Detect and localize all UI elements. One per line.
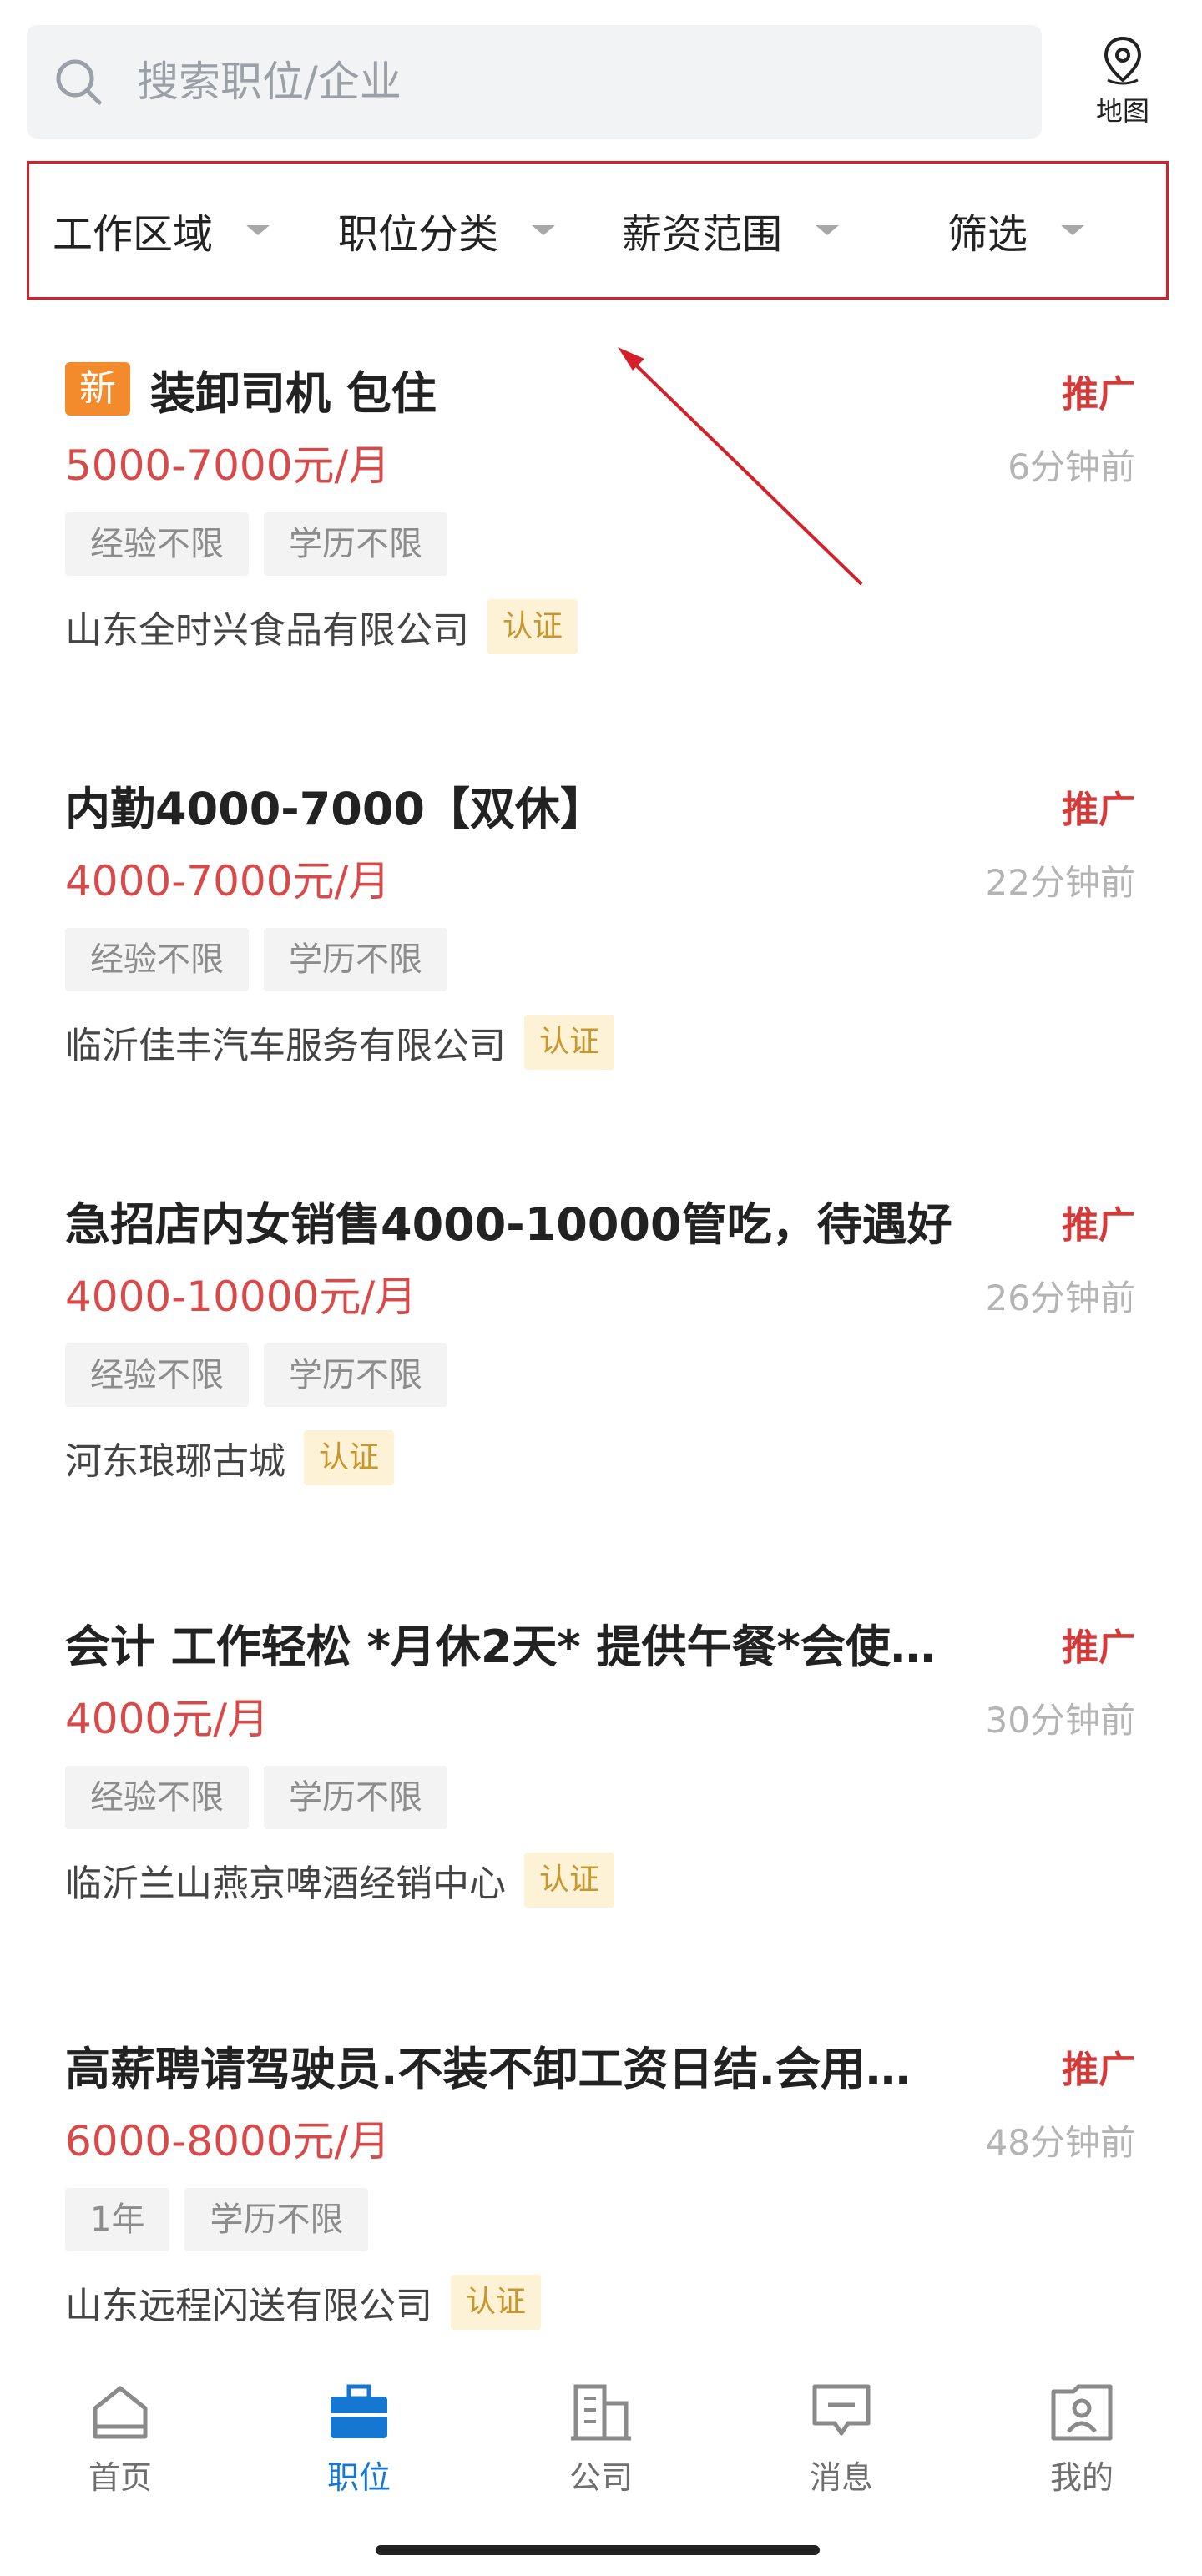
company-name: 临沂兰山燕京啤酒经销中心 bbox=[65, 1863, 506, 1905]
promo-label: 推广 bbox=[1062, 2049, 1135, 2091]
filter-more[interactable]: 筛选 bbox=[947, 164, 1085, 297]
company-row: 山东远程闪送有限公司 认证 bbox=[65, 2275, 542, 2330]
tag: 经验不限 bbox=[65, 512, 249, 576]
map-button[interactable]: 地图 bbox=[1077, 33, 1169, 134]
home-indicator bbox=[376, 2545, 820, 2555]
filter-label: 职位分类 bbox=[338, 211, 499, 258]
promo-label: 推广 bbox=[1062, 1626, 1135, 1669]
job-title: 急招店内女销售4000-10000管吃，待遇好 bbox=[65, 1197, 952, 1251]
home-icon bbox=[93, 2386, 148, 2439]
search-icon bbox=[56, 59, 102, 105]
tab-label: 公司 bbox=[568, 2459, 633, 2496]
post-time: 22分钟前 bbox=[985, 862, 1135, 903]
caret-down-icon bbox=[816, 225, 840, 235]
briefcase-icon bbox=[331, 2384, 387, 2438]
filter-salary-range[interactable]: 薪资范围 bbox=[622, 164, 840, 297]
tag: 学历不限 bbox=[264, 512, 447, 576]
company-name: 山东全时兴食品有限公司 bbox=[65, 609, 469, 652]
job-card[interactable]: 新 装卸司机 包住 推广 5000-7000元/月 6分钟前 经验不限 学历不限… bbox=[0, 355, 1202, 706]
tag-list: 1年 学历不限 bbox=[65, 2188, 383, 2251]
bottom-tab-bar: 首页 职位 公司 消息 我的 bbox=[0, 2362, 1202, 2528]
caret-down-icon bbox=[246, 225, 270, 235]
salary: 5000-7000元/月 bbox=[65, 441, 391, 490]
tab-jobs[interactable]: 职位 bbox=[284, 2378, 434, 2498]
promo-label: 推广 bbox=[1062, 789, 1135, 831]
job-card[interactable]: 急招店内女销售4000-10000管吃，待遇好 推广 4000-10000元/月… bbox=[0, 1187, 1202, 1537]
message-icon bbox=[812, 2384, 871, 2436]
promo-label: 推广 bbox=[1062, 373, 1135, 416]
tab-messages[interactable]: 消息 bbox=[766, 2378, 917, 2498]
tab-label: 职位 bbox=[326, 2459, 391, 2496]
filter-work-area[interactable]: 工作区域 bbox=[53, 164, 270, 297]
job-title: 内勤4000-7000【双休】 bbox=[65, 782, 605, 835]
company-name: 临沂佳丰汽车服务有限公司 bbox=[65, 1025, 506, 1067]
tag-list: 经验不限 学历不限 bbox=[65, 512, 462, 576]
company-name: 河东琅琊古城 bbox=[65, 1440, 285, 1483]
job-title-row: 内勤4000-7000【双休】 bbox=[65, 771, 605, 838]
tab-home[interactable]: 首页 bbox=[45, 2378, 195, 2498]
search-bar[interactable]: 搜索职位/企业 bbox=[27, 25, 1042, 139]
tab-company[interactable]: 公司 bbox=[526, 2378, 676, 2498]
company-row: 临沂兰山燕京啤酒经销中心 认证 bbox=[65, 1853, 615, 1908]
tag: 1年 bbox=[65, 2188, 170, 2251]
tab-label: 首页 bbox=[88, 2459, 152, 2496]
salary: 4000-7000元/月 bbox=[65, 857, 391, 905]
tag: 经验不限 bbox=[65, 1343, 249, 1407]
building-icon bbox=[571, 2384, 631, 2441]
caret-down-icon bbox=[1061, 225, 1085, 235]
job-title-row: 新 装卸司机 包住 bbox=[65, 355, 437, 422]
tag: 学历不限 bbox=[184, 2188, 369, 2251]
filter-label: 筛选 bbox=[947, 211, 1028, 258]
search-input[interactable]: 搜索职位/企业 bbox=[137, 25, 402, 139]
job-card[interactable]: 高薪聘请驾驶员.不装不卸工资日结.会用… 推广 6000-8000元/月 48分… bbox=[0, 2031, 1202, 2382]
filter-label: 工作区域 bbox=[53, 211, 214, 258]
job-card[interactable]: 内勤4000-7000【双休】 推广 4000-7000元/月 22分钟前 经验… bbox=[0, 771, 1202, 1122]
job-title-row: 会计 工作轻松 *月休2天* 提供午餐*会使… bbox=[65, 1609, 936, 1676]
map-pin-icon bbox=[1104, 36, 1142, 85]
filter-label: 薪资范围 bbox=[622, 211, 783, 258]
job-title: 装卸司机 包住 bbox=[150, 366, 437, 420]
caret-down-icon bbox=[532, 225, 556, 235]
post-time: 48分钟前 bbox=[985, 2122, 1135, 2163]
salary: 4000元/月 bbox=[65, 1695, 270, 1743]
new-badge: 新 bbox=[65, 362, 130, 416]
company-row: 山东全时兴食品有限公司 认证 bbox=[65, 599, 578, 654]
tab-label: 我的 bbox=[1049, 2459, 1114, 2496]
filter-job-category[interactable]: 职位分类 bbox=[338, 164, 556, 297]
tag: 学历不限 bbox=[264, 1766, 447, 1829]
company-name: 山东远程闪送有限公司 bbox=[65, 2285, 432, 2327]
company-row: 河东琅琊古城 认证 bbox=[65, 1430, 395, 1485]
verified-badge: 认证 bbox=[524, 1015, 615, 1070]
promo-label: 推广 bbox=[1062, 1204, 1135, 1247]
salary: 4000-10000元/月 bbox=[65, 1273, 417, 1321]
verified-badge: 认证 bbox=[524, 1853, 615, 1908]
verified-badge: 认证 bbox=[451, 2275, 542, 2330]
job-title-row: 高薪聘请驾驶员.不装不卸工资日结.会用… bbox=[65, 2031, 911, 2098]
map-label: 地图 bbox=[1095, 95, 1149, 127]
tag: 经验不限 bbox=[65, 928, 249, 991]
tag-list: 经验不限 学历不限 bbox=[65, 1343, 462, 1407]
tag: 学历不限 bbox=[264, 1343, 447, 1407]
filter-bar: 工作区域 职位分类 薪资范围 筛选 bbox=[27, 161, 1169, 300]
job-title-row: 急招店内女销售4000-10000管吃，待遇好 bbox=[65, 1187, 952, 1253]
post-time: 6分钟前 bbox=[1008, 446, 1135, 487]
tag: 学历不限 bbox=[264, 928, 447, 991]
tag: 经验不限 bbox=[65, 1766, 249, 1829]
profile-icon bbox=[1051, 2384, 1113, 2441]
post-time: 30分钟前 bbox=[985, 1700, 1135, 1741]
post-time: 26分钟前 bbox=[985, 1278, 1135, 1318]
verified-badge: 认证 bbox=[304, 1430, 395, 1485]
company-row: 临沂佳丰汽车服务有限公司 认证 bbox=[65, 1015, 615, 1070]
verified-badge: 认证 bbox=[487, 599, 578, 654]
tag-list: 经验不限 学历不限 bbox=[65, 928, 462, 991]
tab-profile[interactable]: 我的 bbox=[1007, 2378, 1157, 2498]
tab-label: 消息 bbox=[809, 2459, 873, 2496]
salary: 6000-8000元/月 bbox=[65, 2117, 391, 2165]
job-title: 会计 工作轻松 *月休2天* 提供午餐*会使… bbox=[65, 1620, 936, 1673]
job-title: 高薪聘请驾驶员.不装不卸工资日结.会用… bbox=[65, 2042, 912, 2095]
job-card[interactable]: 会计 工作轻松 *月休2天* 提供午餐*会使… 推广 4000元/月 30分钟前… bbox=[0, 1609, 1202, 1959]
tag-list: 经验不限 学历不限 bbox=[65, 1766, 462, 1829]
